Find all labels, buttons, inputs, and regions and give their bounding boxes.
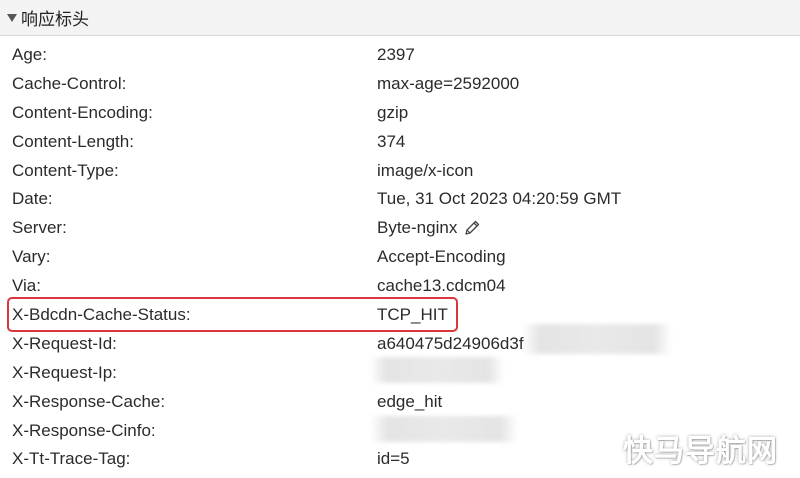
header-value[interactable]: 2397 (377, 44, 415, 66)
header-row-x-response-cache: X-Response-Cache: edge_hit (0, 387, 800, 416)
header-row-cache-control: Cache-Control: max-age=2592000 (0, 69, 800, 98)
redaction-blur (522, 324, 672, 354)
header-key: X-Response-Cache: (12, 391, 166, 411)
header-key: Vary: (12, 247, 51, 267)
header-value[interactable]: cache13.cdcm04 (377, 275, 506, 297)
header-value[interactable]: Accept-Encoding (377, 246, 506, 268)
header-row-server: Server: Byte-nginx (0, 213, 800, 242)
redaction-blur (370, 416, 518, 442)
section-title: 响应标头 (21, 10, 89, 30)
header-value[interactable]: Tue, 31 Oct 2023 04:20:59 GMT (377, 188, 621, 210)
header-key: X-Tt-Trace-Tag: (12, 449, 131, 469)
header-key: X-Request-Ip: (12, 362, 117, 382)
header-key: X-Request-Id: (12, 333, 117, 353)
header-row-content-length: Content-Length: 374 (0, 127, 800, 156)
response-headers-section-header[interactable]: 响应标头 (0, 0, 800, 36)
header-key: Via: (12, 276, 41, 296)
header-value[interactable]: gzip (377, 102, 408, 124)
header-row-via: Via: cache13.cdcm04 (0, 271, 800, 300)
triangle-down-icon[interactable] (7, 13, 17, 22)
header-key: Content-Encoding: (12, 102, 153, 122)
header-key: Server: (12, 218, 67, 238)
header-row-content-encoding: Content-Encoding: gzip (0, 98, 800, 127)
header-row-x-request-id: X-Request-Id: a640475d24906d3f (0, 329, 800, 358)
header-key: Age: (12, 45, 47, 64)
header-key: Date: (12, 189, 53, 209)
header-row-content-type: Content-Type: image/x-icon (0, 156, 800, 185)
header-value[interactable]: Byte-nginx (377, 217, 457, 239)
header-value[interactable]: id=5 (377, 448, 410, 470)
header-key: Cache-Control: (12, 73, 127, 93)
watermark-logo: 快马导航网 (623, 434, 778, 469)
redaction-blur (370, 357, 504, 383)
header-value[interactable]: a640475d24906d3f (377, 333, 524, 355)
header-value-server[interactable]: Byte-nginx (377, 217, 481, 239)
pencil-icon[interactable] (463, 219, 481, 237)
header-row-vary: Vary: Accept-Encoding (0, 242, 800, 271)
header-key: Content-Length: (12, 131, 134, 151)
header-row-age: Age: 2397 (0, 40, 800, 69)
header-row-date: Date: Tue, 31 Oct 2023 04:20:59 GMT (0, 184, 800, 213)
header-value[interactable]: 374 (377, 131, 405, 153)
header-key: X-Response-Cinfo: (12, 420, 156, 440)
header-value[interactable]: max-age=2592000 (377, 73, 519, 95)
header-key: Content-Type: (12, 160, 119, 180)
response-headers-panel: 响应标头 Age: 2397 Cache-Control: max-age=25… (0, 0, 800, 478)
header-value[interactable]: edge_hit (377, 391, 442, 413)
header-row-x-bdcdn-cache-status: X-Bdcdn-Cache-Status: TCP_HIT (0, 300, 800, 329)
header-key: X-Bdcdn-Cache-Status: (12, 305, 191, 325)
header-value[interactable]: image/x-icon (377, 160, 473, 182)
header-value[interactable]: TCP_HIT (377, 304, 448, 326)
header-list: Age: 2397 Cache-Control: max-age=2592000… (0, 40, 800, 473)
